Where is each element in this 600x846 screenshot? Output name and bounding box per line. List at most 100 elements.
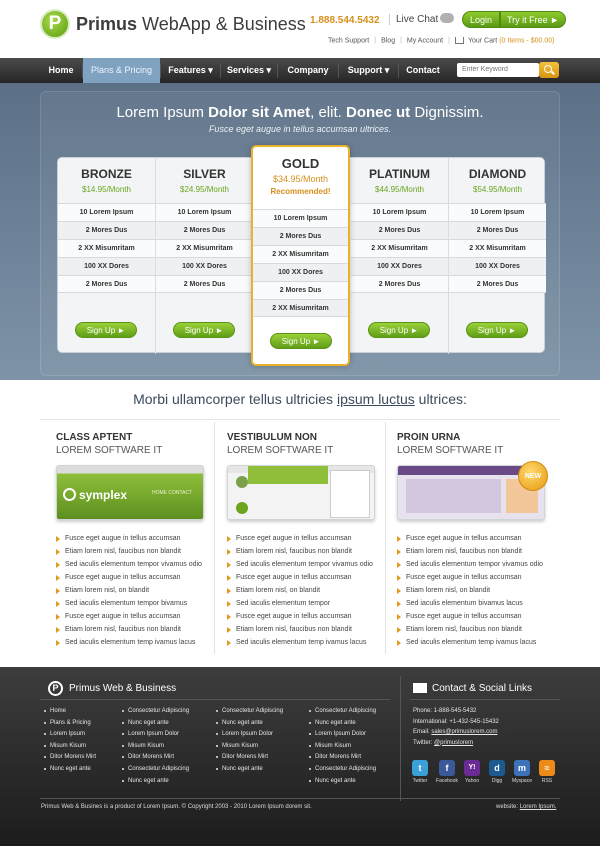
logo-text[interactable]: Primus WebApp & Business (76, 14, 306, 35)
login-button[interactable]: Login (462, 11, 500, 28)
footer-link[interactable]: Nunc eget ante (44, 764, 96, 776)
twitter-link[interactable]: @primuslorem (434, 740, 473, 746)
plan-feature: 100 XX Dores (253, 263, 348, 281)
footer-link[interactable]: Consectetur Adipiscing (122, 764, 189, 776)
nav-features[interactable]: Features ▾ (161, 58, 220, 83)
footer-link[interactable]: Misum Kisum (216, 741, 283, 753)
plan-price: $34.95/Month (272, 174, 329, 184)
footer-link[interactable]: Lorem Ipsum Dolor (122, 729, 189, 741)
footer-link[interactable]: Misum Kisum (122, 741, 189, 753)
contact-email: Email: sales@primuslorem.com (413, 729, 498, 735)
footer-link[interactable]: Home (44, 706, 96, 718)
nav-support[interactable]: Support ▾ (339, 58, 398, 83)
features-title-link[interactable]: ipsum luctus (337, 391, 415, 407)
social-twitter[interactable]: t Twitter (407, 760, 433, 784)
envelope-icon (413, 683, 427, 693)
footer-link[interactable]: Ditor Morens Mirt (122, 752, 189, 764)
search-input[interactable] (457, 63, 539, 77)
contact-phone: Phone: 1-888-545-5432 (413, 708, 477, 714)
footer-link[interactable]: Nunc eget ante (122, 718, 189, 730)
nav-plans-pricing[interactable]: Plans & Pricing (83, 58, 160, 83)
column-subheading: LOREM SOFTWARE IT (227, 445, 334, 456)
plan-feature: 2 Mores Dus (58, 221, 155, 239)
social-yahoo[interactable]: Y! Yahoo (459, 760, 485, 784)
cart-link[interactable]: Your Cart (468, 37, 497, 44)
plan-feature: 2 XX Misumritam (253, 245, 348, 263)
social-myspace[interactable]: m Myspace (509, 760, 535, 784)
cart-icon[interactable] (454, 37, 464, 44)
blog-link[interactable]: Blog (381, 37, 395, 44)
nav-company[interactable]: Company (278, 58, 338, 83)
footer-logo-icon[interactable]: P (48, 681, 63, 696)
myspace-icon[interactable]: m (514, 760, 530, 776)
plan-feature: 2 Mores Dus (253, 281, 348, 299)
header: P Primus WebApp & Business 1.888.544.543… (0, 0, 600, 58)
rss-icon[interactable]: ≈ (539, 760, 555, 776)
footer-vertical-divider (400, 676, 401, 801)
product-screenshot[interactable]: symplex HOME CONTACT (56, 465, 204, 520)
my-account-link[interactable]: My Account (407, 37, 443, 44)
list-item: Etiam lorem nisl, faucibus non blandit (227, 623, 387, 636)
list-item: Fusce eget augue in tellus accumsan (397, 571, 557, 584)
nav-services[interactable]: Services ▾ (221, 58, 277, 83)
list-item: Etiam lorem nisl, on blandit (227, 584, 387, 597)
list-item: Fusce eget augue in tellus accumsan (56, 610, 216, 623)
footer-link[interactable]: Plans & Pricing (44, 718, 96, 730)
plan-feature: 2 XX Misumritam (253, 299, 348, 317)
nav-home[interactable]: Home (40, 58, 82, 83)
footer-link[interactable]: Ditor Morens Mirt (216, 752, 283, 764)
footer-divider (40, 699, 390, 700)
chat-bubble-icon[interactable] (440, 13, 454, 23)
twitter-icon[interactable]: t (412, 760, 428, 776)
footer-link[interactable]: Ditor Morens Mirt (44, 752, 96, 764)
footer-link[interactable]: Nunc eget ante (309, 776, 376, 788)
try-free-button[interactable]: Try it Free ► (500, 11, 566, 28)
sign-up-button[interactable]: Sign Up ► (75, 322, 137, 338)
email-link[interactable]: sales@primuslorem.com (431, 729, 497, 735)
footer-link[interactable]: Consectetur Adipiscing (216, 706, 283, 718)
footer-link[interactable]: Misum Kisum (309, 741, 376, 753)
facebook-icon[interactable]: f (439, 760, 455, 776)
footer-link[interactable]: Consectetur Adipiscing (309, 706, 376, 718)
plan-bronze: BRONZE $14.95/Month 10 Lorem Ipsum 2 Mor… (58, 158, 155, 354)
list-item: Sed iaculis elementum tempor bivamus (56, 597, 216, 610)
social-rss[interactable]: ≈ RSS (534, 760, 560, 784)
footer-link[interactable]: Ditor Morens Mirt (309, 752, 376, 764)
footer-link[interactable]: Nunc eget ante (309, 718, 376, 730)
logo-icon[interactable]: P (40, 9, 70, 39)
social-digg[interactable]: d Digg (484, 760, 510, 784)
footer-link[interactable]: Lorem Ipsum (44, 729, 96, 741)
nav-contact[interactable]: Contact (399, 58, 447, 83)
footer-link[interactable]: Consectetur Adipiscing (122, 706, 189, 718)
footer-link[interactable]: Nunc eget ante (216, 764, 283, 776)
search-icon[interactable] (539, 62, 559, 78)
cart-count[interactable]: (0 Items - $00.00) (499, 37, 554, 44)
plan-feature: 2 Mores Dus (351, 221, 448, 239)
sign-up-button[interactable]: Sign Up ► (173, 322, 235, 338)
footer-link[interactable]: Nunc eget ante (216, 718, 283, 730)
footer-link[interactable]: Lorem Ipsum Dolor (216, 729, 283, 741)
plan-feature: 2 XX Misumritam (58, 239, 155, 257)
yahoo-icon[interactable]: Y! (464, 760, 480, 776)
footer-link[interactable]: Nunc eget ante (122, 776, 189, 788)
digg-icon[interactable]: d (489, 760, 505, 776)
list-item: Etiam lorem nisl, faucibus non blandit (56, 545, 216, 558)
plan-feature: 2 XX Misumritam (351, 239, 448, 257)
website-link[interactable]: Lorem Ipsum. (520, 804, 557, 810)
plan-silver: SILVER $24.95/Month 10 Lorem Ipsum 2 Mor… (156, 158, 253, 354)
tech-support-link[interactable]: Tech Support (328, 37, 369, 44)
product-screenshot[interactable] (227, 465, 375, 520)
social-facebook[interactable]: f Facebook (434, 760, 460, 784)
footer-link[interactable]: Consectetur Adipiscing (309, 764, 376, 776)
live-chat-link[interactable]: Live Chat (389, 14, 438, 25)
list-item: Fusce eget augue in tellus accumsan (227, 532, 387, 545)
sign-up-button[interactable]: Sign Up ► (270, 333, 332, 349)
social-label: Facebook (436, 778, 458, 784)
list-item: Sed iaculis elementum tempor vivamus odi… (227, 558, 387, 571)
list-item: Sed iaculis elementum temp ivamus lacus (227, 636, 387, 649)
footer-link[interactable]: Misum Kisum (44, 741, 96, 753)
sign-up-button[interactable]: Sign Up ► (368, 322, 430, 338)
sign-up-button[interactable]: Sign Up ► (466, 322, 528, 338)
footer-link[interactable]: Lorem Ipsum Dolor (309, 729, 376, 741)
plan-feature: 2 Mores Dus (58, 275, 155, 293)
